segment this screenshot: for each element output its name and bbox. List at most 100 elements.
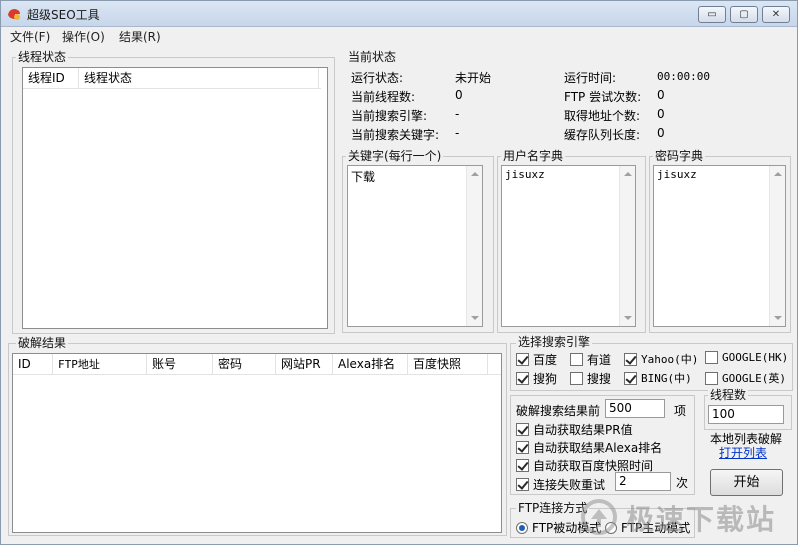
password-dict-textarea[interactable]: jisuxz [653, 165, 786, 327]
run-time-value: 00:00:00 [657, 70, 710, 83]
checkbox-box[interactable] [624, 352, 637, 366]
engine-soso-checkbox[interactable]: 搜搜 [570, 370, 611, 387]
minimize-button[interactable]: ▭ [698, 6, 726, 23]
scroll-down-icon[interactable] [624, 316, 632, 320]
checkbox-box[interactable] [570, 353, 583, 366]
maximize-icon: ▢ [739, 9, 749, 20]
keywords-scrollbar[interactable] [466, 166, 482, 326]
checkbox-box[interactable] [705, 351, 718, 364]
open-list-link[interactable]: 打开列表 [719, 444, 767, 461]
username-dict-textarea[interactable]: jisuxz [501, 165, 636, 327]
engine-sogou-checkbox[interactable]: 搜狗 [516, 370, 557, 387]
scroll-down-icon[interactable] [471, 316, 479, 320]
ftp-attempts-key: FTP 尝试次数: [564, 90, 642, 104]
column-header-id[interactable]: ID [13, 354, 53, 375]
title-bar[interactable]: 超级SEO工具 ▭ ▢ ✕ [1, 1, 797, 27]
scroll-up-icon[interactable] [624, 172, 632, 176]
menu-bar: 文件(F) 操作(O) 结果(R) [1, 27, 797, 45]
engine-google-hk-checkbox[interactable]: GOOGLE(HK) [705, 351, 788, 364]
checkbox-box[interactable] [705, 371, 718, 385]
keywords-textarea[interactable]: 下载 [347, 165, 483, 327]
column-header-thread-status[interactable]: 线程状态 [79, 68, 319, 89]
keywords-label: 关键字(每行一个) [346, 149, 444, 163]
column-header-thread-id[interactable]: 线程ID [23, 68, 79, 89]
username-dict-text: jisuxz [505, 168, 545, 181]
checkbox-box[interactable] [516, 372, 529, 385]
ftp-attempts-value: 0 [657, 88, 665, 102]
engine-baidu-checkbox[interactable]: 百度 [516, 351, 557, 368]
retry-suffix: 次 [676, 476, 689, 490]
thread-count-key: 当前线程数: [351, 90, 416, 104]
engine-youdao-label: 有道 [587, 353, 612, 367]
search-engine-value: - [455, 107, 460, 121]
search-engines-label: 选择搜索引擎 [516, 335, 593, 349]
checkbox-box[interactable] [570, 372, 583, 385]
run-state-key: 运行状态: [351, 71, 404, 85]
engine-bing-checkbox[interactable]: BING(中) [624, 370, 692, 386]
checkbox-box[interactable] [516, 353, 529, 366]
search-keyword-key: 当前搜索关键字: [351, 128, 440, 142]
scroll-up-icon[interactable] [471, 172, 479, 176]
engine-google-en-checkbox[interactable]: GOOGLE(英) [705, 370, 786, 386]
engine-google-hk-label: GOOGLE(HK) [722, 351, 789, 364]
engine-yahoo-checkbox[interactable]: Yahoo(中) [624, 351, 698, 367]
menu-results[interactable]: 结果(R) [119, 28, 161, 45]
column-header-password[interactable]: 密码 [213, 354, 276, 375]
queue-length-value: 0 [657, 126, 665, 140]
opt-pr-checkbox[interactable]: 自动获取结果PR值 [516, 421, 633, 438]
start-button[interactable]: 开始 [710, 469, 783, 496]
password-dict-text: jisuxz [657, 168, 697, 181]
checkbox-box[interactable] [624, 371, 637, 385]
keywords-text: 下载 [351, 170, 376, 184]
results-list[interactable]: ID FTP地址 账号 密码 网站PR Alexa排名 百度快照 [12, 353, 502, 533]
column-header-site-pr[interactable]: 网站PR [276, 354, 333, 375]
opt-pr-label: 自动获取结果PR值 [533, 423, 633, 437]
opt-retry-label: 连接失败重试 [533, 478, 606, 492]
engine-soso-label: 搜搜 [587, 372, 612, 386]
thread-count-input[interactable]: 100 [708, 405, 784, 424]
opt-alexa-checkbox[interactable]: 自动获取结果Alexa排名 [516, 439, 662, 456]
engine-youdao-checkbox[interactable]: 有道 [570, 351, 611, 368]
checkbox-box[interactable] [516, 478, 529, 491]
column-header-ftp-address[interactable]: FTP地址 [53, 354, 147, 375]
run-time-key: 运行时间: [564, 71, 617, 85]
queue-length-key: 缓存队列长度: [564, 128, 641, 142]
checkbox-box[interactable] [516, 459, 529, 472]
results-label: 破解结果 [16, 336, 69, 350]
opt-retry-checkbox[interactable]: 连接失败重试 [516, 476, 605, 493]
watermark-text: 极速下载站 [626, 503, 777, 536]
run-state-value: 未开始 [455, 71, 492, 85]
top-results-prefix: 破解搜索结果前 [516, 404, 601, 418]
close-button[interactable]: ✕ [762, 6, 790, 23]
thread-count-label: 线程数 [708, 388, 749, 402]
app-window: 超级SEO工具 ▭ ▢ ✕ 文件(F) 操作(O) 结果(R) 线程状态 线程I… [0, 0, 798, 545]
thread-status-label: 线程状态 [16, 50, 69, 64]
scroll-up-icon[interactable] [774, 172, 782, 176]
menu-operation[interactable]: 操作(O) [62, 28, 105, 45]
top-results-suffix: 项 [674, 404, 687, 418]
results-list-header: ID FTP地址 账号 密码 网站PR Alexa排名 百度快照 [13, 354, 501, 375]
password-dict-label: 密码字典 [653, 149, 706, 163]
username-dict-label: 用户名字典 [501, 149, 566, 163]
thread-status-list[interactable]: 线程ID 线程状态 [22, 67, 328, 329]
scroll-down-icon[interactable] [774, 316, 782, 320]
search-keyword-value: - [455, 126, 460, 140]
opt-alexa-label: 自动获取结果Alexa排名 [533, 441, 663, 455]
retry-count-input[interactable]: 2 [615, 472, 671, 491]
maximize-button[interactable]: ▢ [730, 6, 758, 23]
radio-circle[interactable] [516, 521, 528, 534]
app-logo-icon [8, 9, 20, 20]
column-header-account[interactable]: 账号 [147, 354, 213, 375]
checkbox-box[interactable] [516, 441, 529, 454]
username-scrollbar[interactable] [619, 166, 635, 326]
menu-file[interactable]: 文件(F) [10, 28, 50, 45]
window-title: 超级SEO工具 [27, 8, 100, 22]
thread-list-header: 线程ID 线程状态 [23, 68, 321, 89]
checkbox-box[interactable] [516, 423, 529, 436]
top-results-input[interactable]: 500 [605, 399, 665, 418]
column-header-alexa-rank[interactable]: Alexa排名 [333, 354, 408, 375]
current-status-label: 当前状态 [346, 50, 399, 64]
engine-baidu-label: 百度 [533, 353, 558, 367]
column-header-baidu-snapshot[interactable]: 百度快照 [408, 354, 488, 375]
password-scrollbar[interactable] [769, 166, 785, 326]
